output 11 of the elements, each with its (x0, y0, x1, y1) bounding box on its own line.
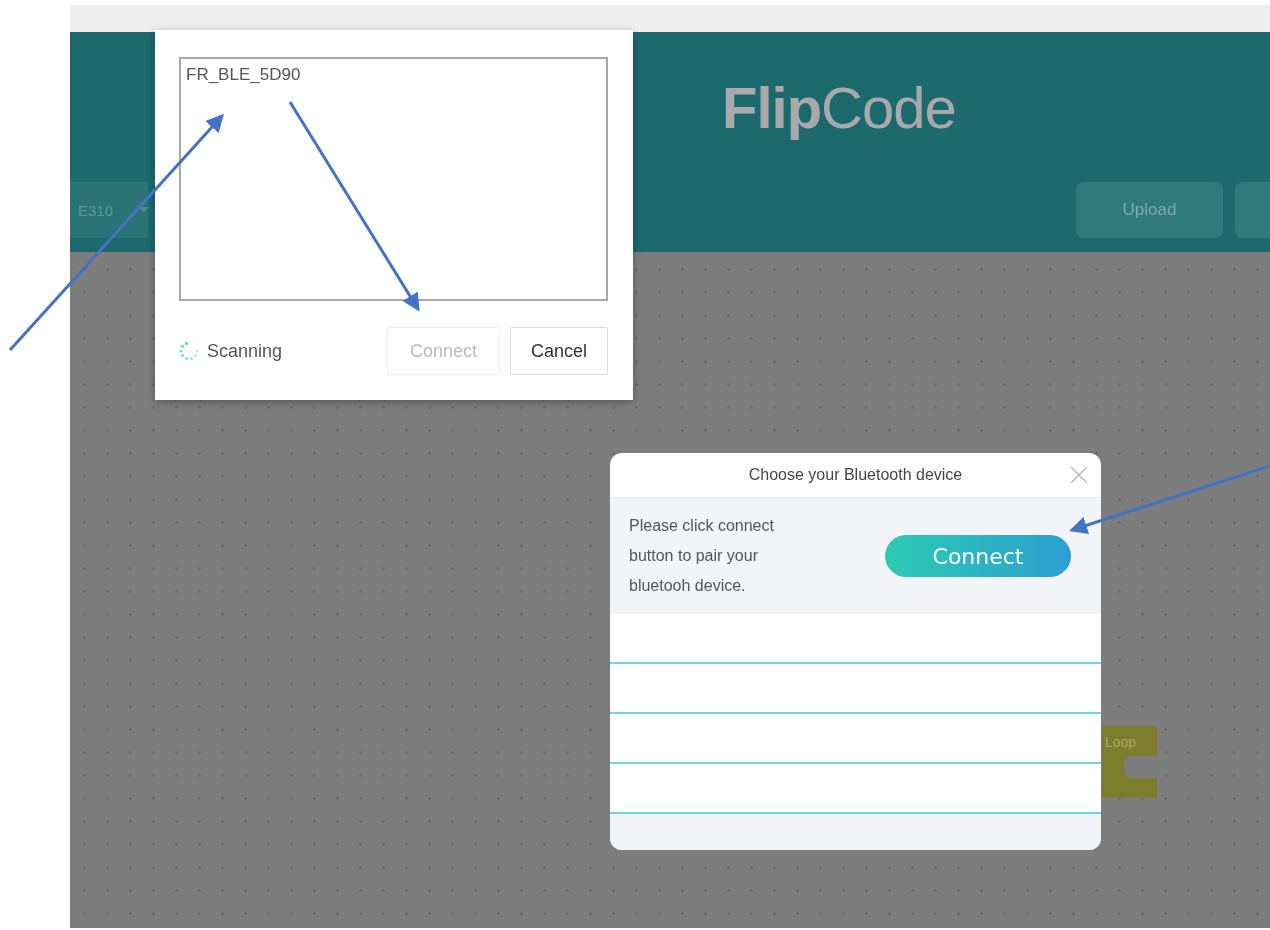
logo: FlipCode (722, 75, 956, 140)
connect-button[interactable]: Connect (885, 535, 1071, 577)
cancel-button[interactable]: Cancel (510, 327, 608, 375)
dialog-title: Choose your Bluetooth device (748, 466, 963, 484)
scanning-status: Scanning (207, 340, 283, 362)
device-item[interactable]: FR_BLE_5D90 (185, 63, 602, 87)
instruction-text: Please click connect button to pair your bluetooh device. (629, 516, 775, 596)
caret-icon (139, 207, 150, 213)
upload-button[interactable]: Upload (1076, 182, 1223, 238)
loop-block[interactable]: Loop (1102, 726, 1157, 798)
close-icon[interactable] (1070, 466, 1088, 484)
